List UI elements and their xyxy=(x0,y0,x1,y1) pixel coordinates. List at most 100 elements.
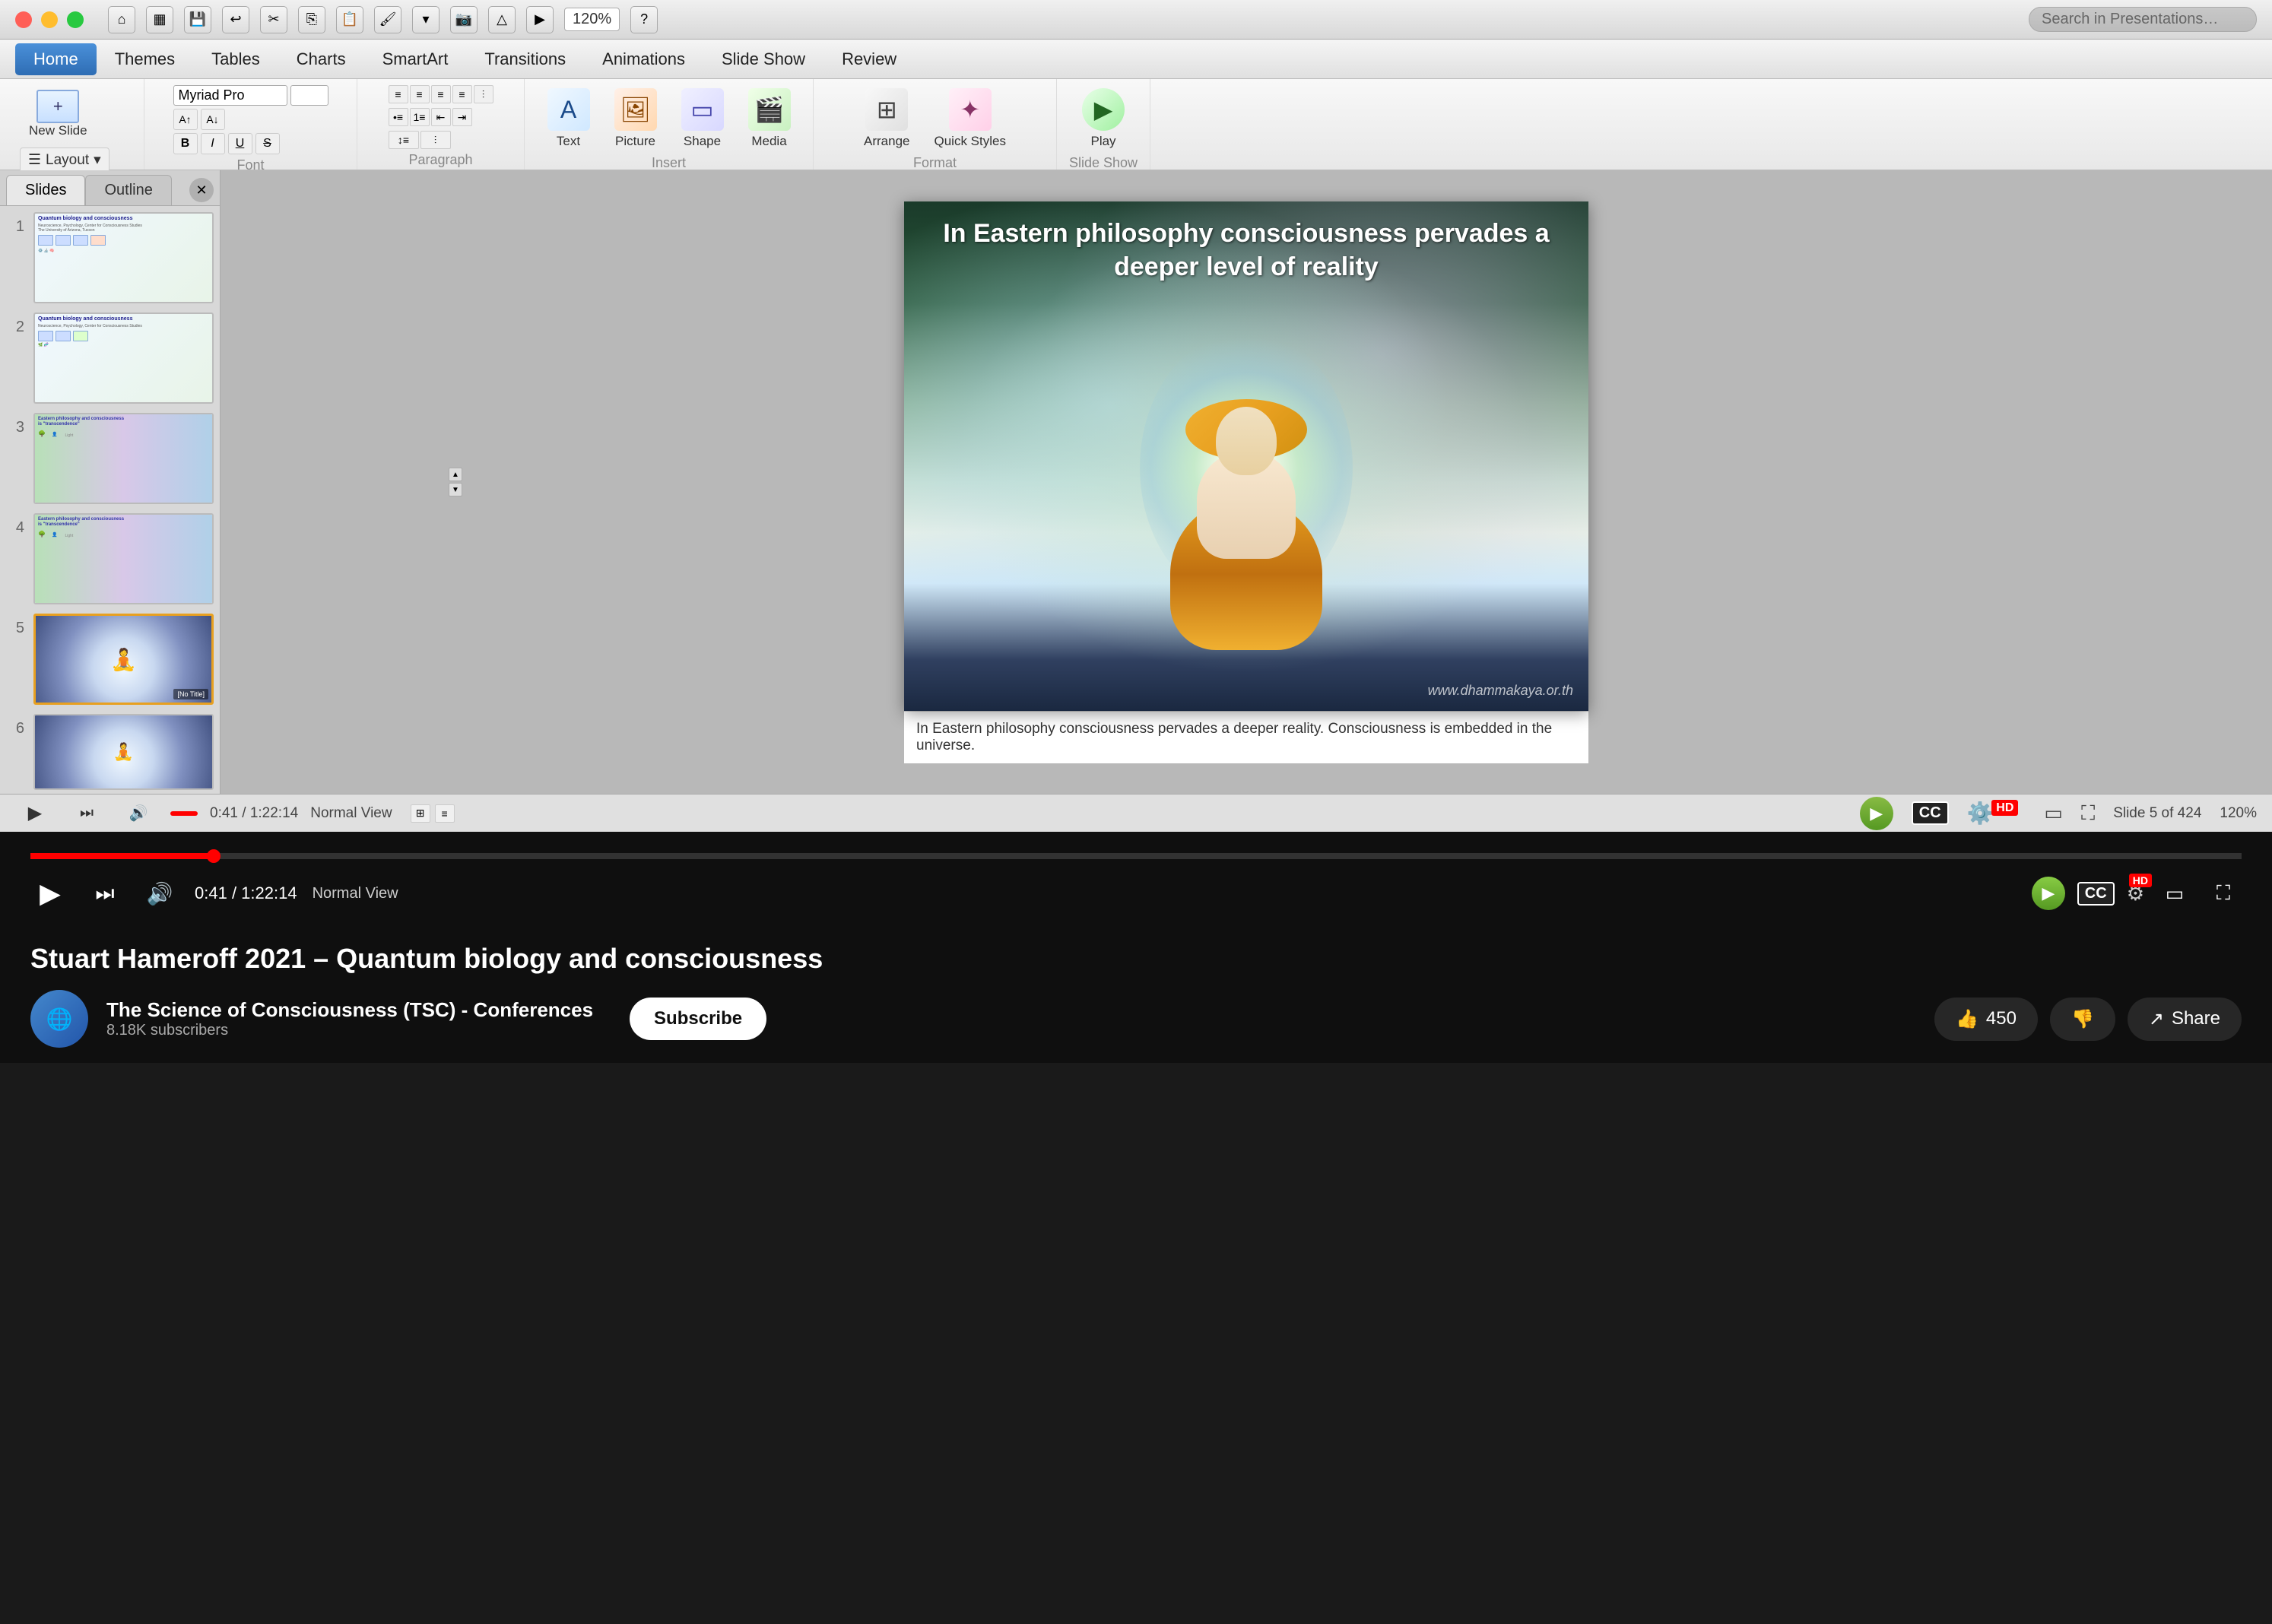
line-spacing-button[interactable]: ↕≡ xyxy=(389,131,419,149)
new-slide-button[interactable]: + New Slide xyxy=(20,85,97,143)
normal-view-btn[interactable]: ≡ xyxy=(435,804,455,823)
slide-preview-1[interactable]: Quantum biology and consciousness Neuros… xyxy=(33,212,214,303)
slide-thumbnail-4[interactable]: 4 Eastern philosophy and consciousnessis… xyxy=(6,513,214,604)
bold-button[interactable]: B xyxy=(173,133,198,154)
italic-button[interactable]: I xyxy=(201,133,225,154)
menu-themes[interactable]: Themes xyxy=(97,43,193,75)
font-name-input[interactable] xyxy=(173,85,287,106)
minimize-window-btn[interactable] xyxy=(41,11,58,28)
like-button[interactable]: 👍 450 xyxy=(1934,998,2038,1041)
insert-media-btn[interactable]: 🎬 Media xyxy=(742,85,797,152)
font-size-down-icon[interactable]: A↓ xyxy=(201,109,225,130)
arrange-btn[interactable]: ⊞ Arrange xyxy=(858,85,915,152)
present-icon[interactable]: ▶ xyxy=(526,6,554,33)
settings-area[interactable]: ⚙️ HD xyxy=(1967,801,2026,826)
menu-review[interactable]: Review xyxy=(823,43,915,75)
layout-button[interactable]: ☰ Layout ▾ xyxy=(20,147,109,173)
grid-icon[interactable]: ▦ xyxy=(146,6,173,33)
column-button[interactable]: ⫶ xyxy=(474,85,493,103)
font-size-up-icon[interactable]: A↑ xyxy=(173,109,198,130)
insert-text-btn[interactable]: A Text xyxy=(541,85,596,152)
search-input[interactable]: Search in Presentations… xyxy=(2029,7,2257,32)
quick-styles-btn[interactable]: ✦ Quick Styles xyxy=(928,85,1012,152)
dislike-button[interactable]: 👎 xyxy=(2050,998,2115,1041)
prev-slide-btn[interactable]: ▲ xyxy=(449,468,462,481)
indent-increase-button[interactable]: ⇥ xyxy=(452,108,472,126)
menu-transitions[interactable]: Transitions xyxy=(466,43,584,75)
strikethrough-button[interactable]: S xyxy=(255,133,280,154)
indent-decrease-button[interactable]: ⇤ xyxy=(431,108,451,126)
channel-name[interactable]: The Science of Consciousness (TSC) - Con… xyxy=(106,998,593,1022)
slide-preview-6[interactable]: 🧘 xyxy=(33,714,214,790)
paste-icon[interactable]: 📋 xyxy=(336,6,363,33)
share-button[interactable]: ↗ Share xyxy=(2128,998,2242,1041)
skip-next-btn[interactable]: ⏭ xyxy=(85,874,125,913)
menu-slideshow[interactable]: Slide Show xyxy=(703,43,823,75)
slide-canvas[interactable]: In Eastern philosophy consciousness perv… xyxy=(904,201,1588,711)
slide-thumbnail-3[interactable]: 3 Eastern philosophy and consciousnessis… xyxy=(6,413,214,504)
channel-avatar[interactable]: 🌐 xyxy=(30,990,88,1048)
slideshow-play-btn[interactable]: ▶ xyxy=(1860,797,1893,830)
slide-preview-3[interactable]: Eastern philosophy and consciousnessis "… xyxy=(33,413,214,504)
insert-shape-btn[interactable]: ▭ Shape xyxy=(675,85,730,152)
volume-icon[interactable]: 🔊 xyxy=(119,794,158,833)
copy-icon[interactable]: ⎘ xyxy=(298,6,325,33)
volume-btn[interactable]: 🔊 xyxy=(140,874,179,913)
numbered-list-button[interactable]: 1≡ xyxy=(410,108,430,126)
fullscreen-btn[interactable]: ⛶ xyxy=(2081,801,2095,826)
fullscreen-btn-main[interactable]: ⛶ xyxy=(2205,875,2242,912)
settings-btn[interactable]: ⚙ HD xyxy=(2127,881,2144,906)
close-window-btn[interactable] xyxy=(15,11,32,28)
bullet-list-button[interactable]: •≡ xyxy=(389,108,408,126)
play-circle-btn[interactable]: ▶ xyxy=(2032,877,2065,910)
zoom-level[interactable]: 120% xyxy=(564,8,620,31)
menu-home[interactable]: Home xyxy=(15,43,97,75)
menu-charts[interactable]: Charts xyxy=(278,43,364,75)
video-progress-bar[interactable] xyxy=(30,853,2242,859)
shapes-icon[interactable]: △ xyxy=(488,6,516,33)
slide-thumbnail-6[interactable]: 6 🧘 xyxy=(6,714,214,790)
subscribe-button[interactable]: Subscribe xyxy=(630,998,766,1040)
theater-btn[interactable]: ▭ xyxy=(2156,875,2193,912)
menu-tables[interactable]: Tables xyxy=(193,43,278,75)
next-slide-btn[interactable]: ▼ xyxy=(449,483,462,496)
slide-thumbnail-1[interactable]: 1 Quantum biology and consciousness Neur… xyxy=(6,212,214,303)
video-play-button[interactable]: ▶ xyxy=(15,794,55,833)
underline-button[interactable]: U xyxy=(228,133,252,154)
cc-button[interactable]: CC xyxy=(1912,801,1949,825)
align-left-button[interactable]: ≡ xyxy=(389,85,408,103)
cut-icon[interactable]: ✂ xyxy=(260,6,287,33)
columns-button[interactable]: ⫶ xyxy=(420,131,451,149)
slide-thumbnail-2[interactable]: 2 Quantum biology and consciousness Neur… xyxy=(6,312,214,404)
channel-row: 🌐 The Science of Consciousness (TSC) - C… xyxy=(30,990,2242,1048)
dropdown-icon[interactable]: ▾ xyxy=(412,6,439,33)
theater-mode-btn[interactable]: ▭ xyxy=(2044,801,2063,825)
save-icon[interactable]: 💾 xyxy=(184,6,211,33)
play-btn[interactable]: ▶ Play xyxy=(1076,85,1131,152)
slide-preview-2[interactable]: Quantum biology and consciousness Neuros… xyxy=(33,312,214,404)
home-quick-icon[interactable]: ⌂ xyxy=(108,6,135,33)
insert-picture-btn[interactable]: 🖼 Picture xyxy=(608,85,663,152)
skip-button[interactable]: ⏭ xyxy=(67,794,106,833)
align-right-button[interactable]: ≡ xyxy=(431,85,451,103)
insert-icon[interactable]: 📷 xyxy=(450,6,478,33)
font-size-input[interactable] xyxy=(290,85,328,106)
maximize-window-btn[interactable] xyxy=(67,11,84,28)
view-mode-text: Normal View xyxy=(313,885,398,902)
format-painter-icon[interactable]: 🖌 xyxy=(374,6,401,33)
slide-thumbnail-5[interactable]: 5 🧘 [No Title] xyxy=(6,614,214,705)
slide-preview-5[interactable]: 🧘 [No Title] xyxy=(33,614,214,705)
tab-outline[interactable]: Outline xyxy=(85,175,171,205)
menu-smartart[interactable]: SmartArt xyxy=(364,43,467,75)
undo-icon[interactable]: ↩ xyxy=(222,6,249,33)
help-icon[interactable]: ? xyxy=(630,6,658,33)
grid-view-btn[interactable]: ⊞ xyxy=(411,804,430,823)
close-panel-btn[interactable]: ✕ xyxy=(189,178,214,202)
menu-animations[interactable]: Animations xyxy=(584,43,703,75)
cc-btn-main[interactable]: CC xyxy=(2077,882,2115,906)
slide-preview-4[interactable]: Eastern philosophy and consciousnessis "… xyxy=(33,513,214,604)
align-justify-button[interactable]: ≡ xyxy=(452,85,472,103)
align-center-button[interactable]: ≡ xyxy=(410,85,430,103)
tab-slides[interactable]: Slides xyxy=(6,175,85,205)
main-play-btn[interactable]: ▶ xyxy=(30,874,70,913)
